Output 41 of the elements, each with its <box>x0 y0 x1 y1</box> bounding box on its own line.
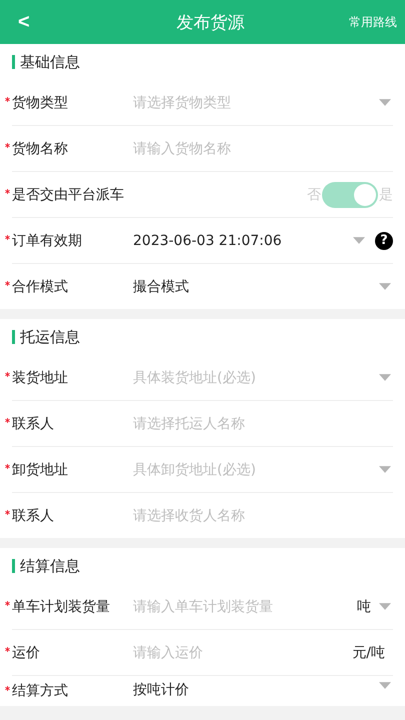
section-marker <box>12 559 15 573</box>
input-field[interactable]: 撮合模式 <box>133 278 379 294</box>
section-marker <box>12 330 15 344</box>
unit-label: 吨 <box>357 598 371 616</box>
caret-icon[interactable] <box>379 99 391 106</box>
input-field[interactable]: 请输入运价 <box>133 644 352 660</box>
field-label: 装货地址 <box>12 368 68 386</box>
field-label: 联系人 <box>12 506 54 524</box>
field-label: 是否交由平台派车 <box>12 186 124 204</box>
input-field[interactable]: 请选择收货人名称 <box>133 508 393 524</box>
input-field[interactable]: 具体卸货地址(必选) <box>133 462 379 478</box>
field-label: 运价 <box>12 644 40 662</box>
caret-icon[interactable] <box>379 283 391 290</box>
unit-label: 元/吨 <box>352 644 385 662</box>
caret-icon[interactable] <box>379 374 391 381</box>
field-label: 联系人 <box>12 414 54 432</box>
caret-icon[interactable] <box>379 466 391 473</box>
section-title: 基础信息 <box>20 52 80 72</box>
input-field[interactable]: 请输入单车计划装货量 <box>133 598 357 614</box>
input-field[interactable]: 具体装货地址(必选) <box>133 370 379 386</box>
field-label: 合作模式 <box>12 278 68 296</box>
field-label: 结算方式 <box>12 682 68 700</box>
input-field[interactable]: 请选择货物类型 <box>133 94 379 110</box>
field-label: 订单有效期 <box>12 232 82 250</box>
input-field[interactable]: 请选择托运人名称 <box>133 416 393 432</box>
field-label: 卸货地址 <box>12 460 68 478</box>
caret-icon[interactable] <box>379 682 391 689</box>
field-label: 货物名称 <box>12 140 68 158</box>
caret-icon[interactable] <box>379 603 391 610</box>
section-title: 结算信息 <box>20 556 80 576</box>
help-icon[interactable]: ? <box>375 232 393 250</box>
caret-icon[interactable] <box>353 237 365 244</box>
section-marker <box>12 55 15 69</box>
field-label: 单车计划装货量 <box>12 598 110 616</box>
input-field[interactable]: 按吨计价 <box>133 682 379 698</box>
page-title: 发布货源 <box>176 12 244 34</box>
field-label: 货物类型 <box>12 94 68 112</box>
input-field[interactable]: 2023-06-03 21:07:06 <box>133 232 353 248</box>
toggle-switch[interactable] <box>322 182 378 208</box>
input-field[interactable]: 请输入货物名称 <box>133 140 393 156</box>
section-title: 托运信息 <box>20 328 80 346</box>
